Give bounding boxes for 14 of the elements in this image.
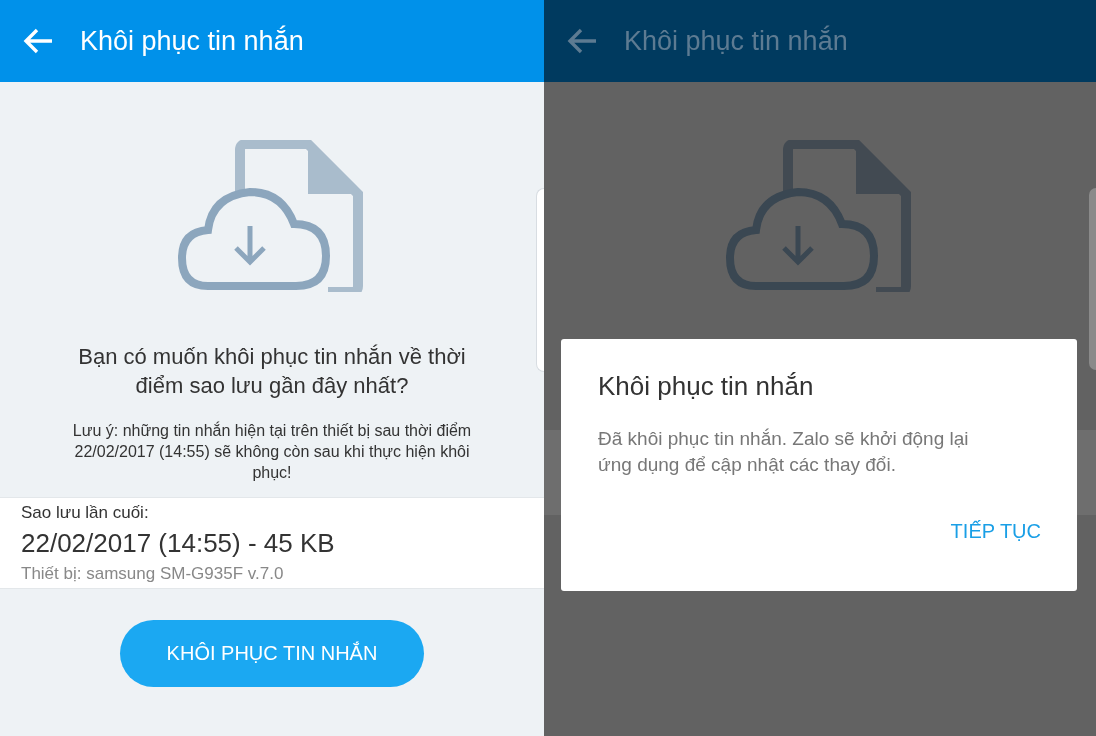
dialog-title: Khôi phục tin nhắn — [598, 371, 815, 402]
device-info: Thiết bị: samsung SM-G935F v.7.0 — [21, 563, 285, 585]
screen-title: Khôi phục tin nhắn — [624, 25, 848, 57]
back-arrow-icon[interactable] — [566, 27, 598, 55]
cloud-download-document-icon — [178, 140, 364, 292]
cloud-download-document-icon — [726, 140, 912, 292]
restore-messages-button[interactable]: KHÔI PHỤC TIN NHẮN — [120, 620, 424, 687]
screen-title: Khôi phục tin nhắn — [80, 25, 304, 57]
backup-date-size: 22/02/2017 (14:55) - 45 KB — [21, 527, 336, 560]
restore-question: Bạn có muốn khôi phục tin nhắn về thời điểm sao lưu gần đây nhất? — [77, 343, 467, 400]
backup-label: Sao lưu lần cuối: — [21, 502, 150, 524]
dialog-message: Đã khôi phục tin nhắn. Zalo sẽ khởi động lại ứng dụng để cập nhật các thay đổi. — [598, 427, 970, 477]
warning-note: Lưu ý: những tin nhắn hiện tại trên thiết bị sau thời điểm 22/02/2017 (14:55) sẽ không còn sau khi thực hiện khôi phục! — [71, 420, 473, 483]
continue-button[interactable]: TIẾP TỤC — [950, 520, 1041, 543]
